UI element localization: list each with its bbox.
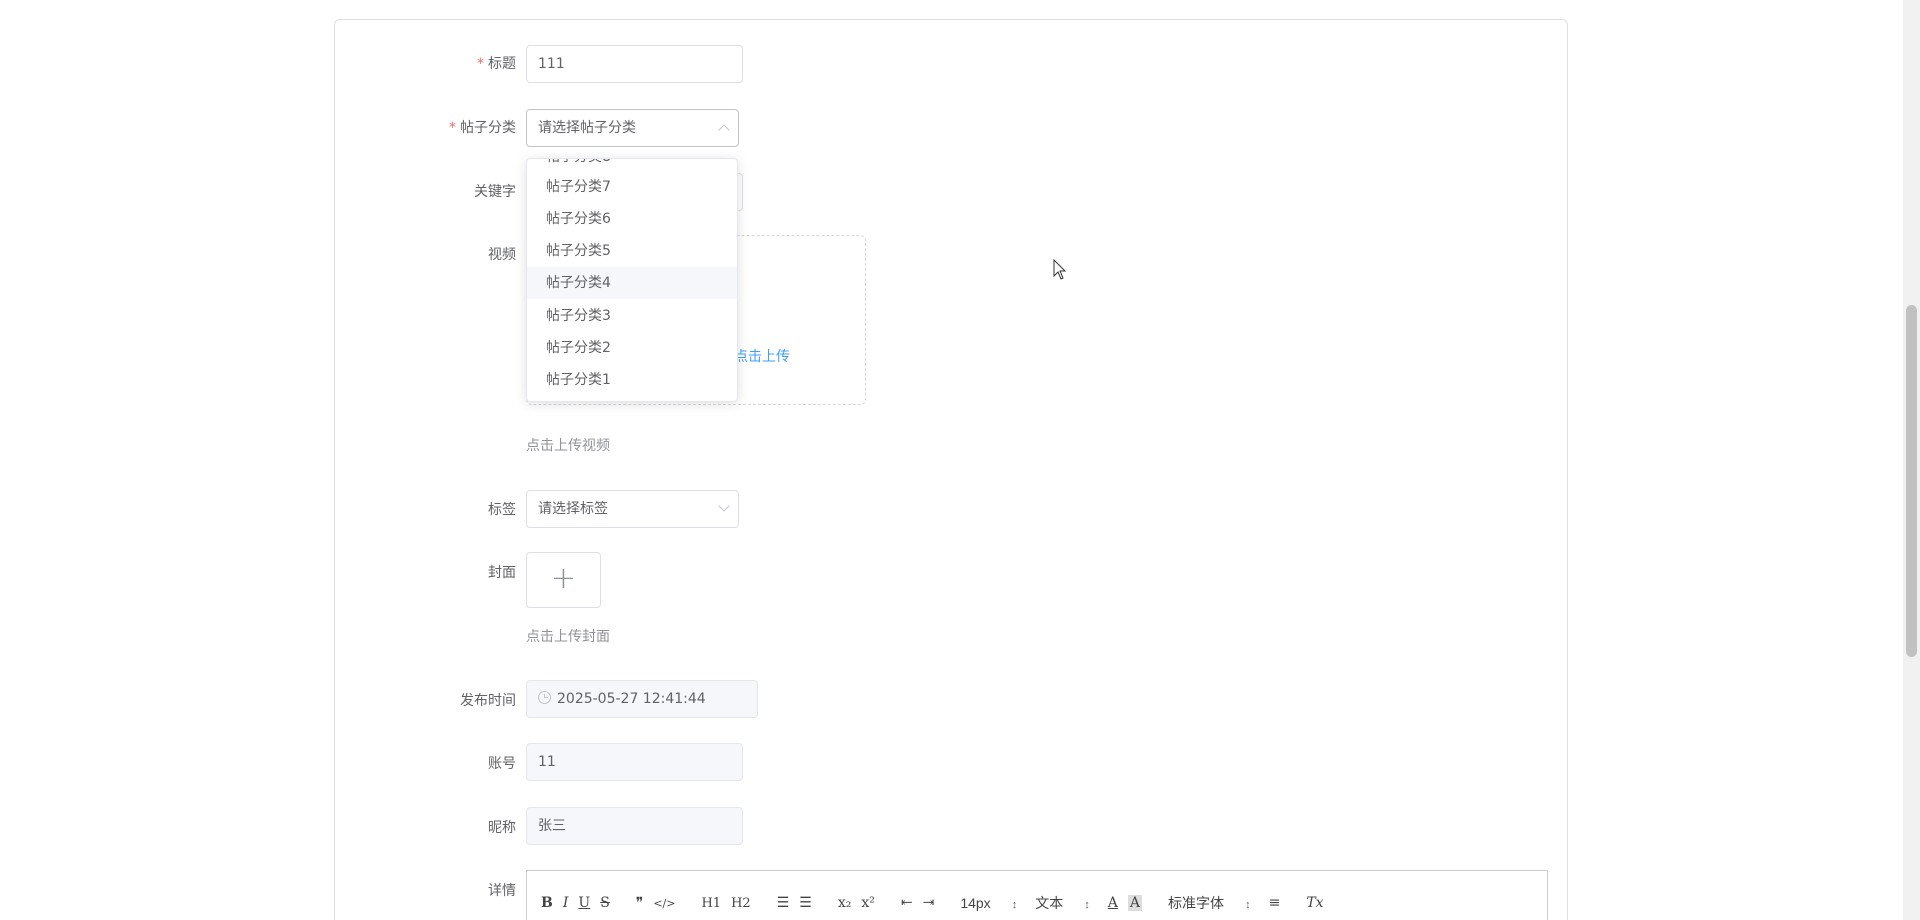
background-color-icon[interactable]: A: [1127, 895, 1143, 911]
account-input[interactable]: 11: [526, 743, 743, 781]
scrollbar-thumb[interactable]: [1906, 305, 1917, 657]
align-icon[interactable]: ≡: [1269, 895, 1281, 911]
font-size-select[interactable]: 14px: [960, 895, 1017, 911]
title-input[interactable]: 111: [526, 45, 743, 83]
details-label: 详情: [488, 883, 516, 899]
tags-label: 标签: [488, 502, 516, 518]
header-select[interactable]: 文本: [1035, 893, 1090, 913]
nickname-label: 昵称: [488, 820, 516, 836]
superscript-button[interactable]: x²: [861, 895, 875, 911]
form-card: [334, 19, 1568, 920]
video-upload-link[interactable]: 点击上传: [734, 346, 790, 366]
dropdown-item-hovered[interactable]: 帖子分类4: [527, 267, 737, 299]
outdent-icon[interactable]: ⇤: [901, 895, 913, 911]
account-label: 账号: [488, 756, 516, 772]
dropdown-item[interactable]: 帖子分类7: [527, 171, 737, 203]
ordered-list-icon[interactable]: ☰: [777, 895, 790, 911]
category-select[interactable]: 请选择帖子分类: [526, 109, 739, 147]
dropdown-item[interactable]: 帖子分类1: [527, 364, 737, 396]
underline-button[interactable]: U: [578, 895, 590, 911]
clock-icon: [538, 691, 551, 704]
cover-upload-button[interactable]: +: [526, 552, 601, 608]
strike-button[interactable]: S: [600, 895, 610, 911]
plus-icon: +: [550, 561, 577, 596]
clear-format-icon[interactable]: Tx: [1306, 895, 1323, 911]
text-color-icon[interactable]: A: [1108, 895, 1118, 911]
mouse-cursor-icon: [1053, 259, 1067, 280]
h2-button[interactable]: H2: [731, 896, 751, 911]
category-label: 帖子分类: [396, 117, 516, 137]
publish-time-label: 发布时间: [460, 693, 516, 709]
font-family-select[interactable]: 标准字体: [1168, 893, 1251, 913]
cover-upload-tip: 点击上传封面: [526, 629, 610, 645]
rich-text-editor[interactable]: B I U S ❞ </> H1 H2 ☰ ☰ x₂ x² ⇤ ⇥ 14px 文…: [526, 870, 1548, 920]
editor-toolbar: B I U S ❞ </> H1 H2 ☰ ☰ x₂ x² ⇤ ⇥ 14px 文…: [541, 891, 1334, 915]
keywords-label: 关键字: [474, 184, 516, 200]
chevron-up-icon: [718, 124, 730, 136]
publish-time-input[interactable]: 2025-05-27 12:41:44: [526, 680, 758, 718]
cover-label: 封面: [488, 565, 516, 581]
category-dropdown: 帖子分类8 帖子分类7 帖子分类6 帖子分类5 帖子分类4 帖子分类3 帖子分类…: [526, 158, 738, 402]
bold-button[interactable]: B: [541, 895, 553, 911]
publish-time-value: 2025-05-27 12:41:44: [557, 691, 706, 707]
title-label: 标题: [396, 53, 516, 73]
indent-icon[interactable]: ⇥: [923, 895, 935, 911]
chevron-down-icon: [718, 500, 730, 512]
tags-placeholder: 请选择标签: [538, 501, 608, 517]
dropdown-item[interactable]: 帖子分类5: [527, 235, 737, 267]
video-upload-tip: 点击上传视频: [526, 438, 610, 454]
italic-button[interactable]: I: [563, 895, 569, 911]
subscript-button[interactable]: x₂: [838, 895, 852, 911]
blockquote-button[interactable]: ❞: [636, 895, 644, 911]
dropdown-item[interactable]: 帖子分类6: [527, 203, 737, 235]
bullet-list-icon[interactable]: ☰: [799, 895, 812, 911]
category-placeholder: 请选择帖子分类: [538, 120, 636, 136]
h1-button[interactable]: H1: [701, 896, 721, 911]
dropdown-item[interactable]: 帖子分类2: [527, 332, 737, 364]
tags-select[interactable]: 请选择标签: [526, 490, 739, 528]
dropdown-item[interactable]: 帖子分类3: [527, 300, 737, 332]
page-scrollbar[interactable]: [1903, 0, 1920, 920]
video-label: 视频: [488, 247, 516, 263]
code-button[interactable]: </>: [653, 897, 675, 910]
page: 标题 111 帖子分类 请选择帖子分类 关键字 视频 点击上传 点击上传视频 帖…: [0, 0, 1920, 920]
nickname-input[interactable]: 张三: [526, 807, 743, 845]
